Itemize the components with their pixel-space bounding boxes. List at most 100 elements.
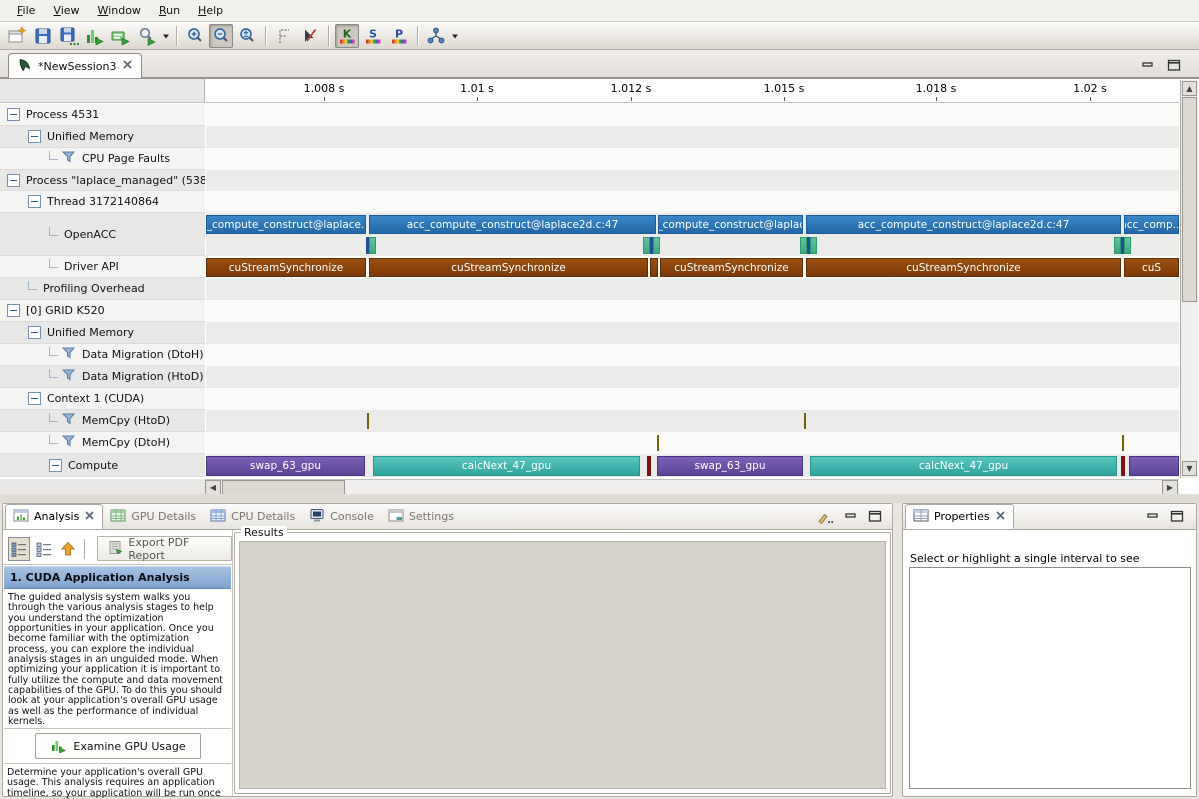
timeline-track-compute[interactable]: swap_63_gpucalcNext_47_gpuswap_63_gpucal…	[206, 454, 1179, 477]
stream-colors-button[interactable]: S	[361, 24, 385, 48]
sidebar-item-data-migration-dtoh[interactable]: Data Migration (DtoH)	[0, 344, 205, 366]
call-tree-button[interactable]	[424, 24, 448, 48]
timeline-track-cpu-page-faults[interactable]	[206, 148, 1179, 170]
sidebar-item-process-laplace-managed-538[interactable]: Process "laplace_managed" (538)	[0, 170, 205, 191]
openacc-wait-marker[interactable]	[643, 237, 660, 254]
timeline-track-unified-memory[interactable]	[206, 322, 1179, 344]
timeline-track-driver-api[interactable]: cuStreamSynchronize cuStreamSynchronize cu…	[206, 256, 1179, 278]
timeline-segment[interactable]	[1129, 456, 1179, 476]
tab-gpu-details[interactable]: GPU Details	[103, 504, 203, 529]
timeline-segment-cus[interactable]: cuS	[1124, 258, 1179, 277]
memcpy-interval[interactable]	[657, 435, 659, 451]
openacc-wait-marker[interactable]	[800, 237, 817, 254]
minimize-icon[interactable]	[842, 509, 860, 528]
timeline-track-openacc[interactable]: c_compute_construct@laplace...acc_comput…	[206, 213, 1179, 256]
timeline-segment[interactable]	[650, 258, 658, 277]
horizontal-scrollbar[interactable]: ◀ ▶	[205, 479, 1179, 495]
timeline-segment-custreamsynchronize[interactable]: cuStreamSynchronize	[206, 258, 366, 277]
save-all-button[interactable]	[57, 24, 81, 48]
tab-properties[interactable]: Properties	[905, 504, 1014, 529]
menu-help[interactable]: Help	[189, 2, 232, 19]
zoom-fit-button[interactable]	[235, 24, 259, 48]
sidebar-item-compute[interactable]: Compute	[0, 454, 205, 477]
scroll-left-icon[interactable]: ◀	[205, 480, 221, 495]
sidebar-item-profiling-overhead[interactable]: Profiling Overhead	[0, 278, 205, 300]
process-colors-button[interactable]: P	[387, 24, 411, 48]
openacc-wait-marker[interactable]	[366, 237, 376, 254]
sidebar-item-openacc[interactable]: OpenACC	[0, 213, 205, 256]
unguided-analysis-icon[interactable]	[32, 537, 54, 561]
sidebar-item-memcpy-dtoh[interactable]: MemCpy (DtoH)	[0, 432, 205, 454]
timeline-ruler[interactable]: 1.008 s1.01 s1.012 s1.015 s1.018 s1.02 s	[206, 79, 1179, 103]
timeline-track-profiling-overhead[interactable]	[206, 278, 1179, 300]
view-menu-icon[interactable]	[814, 509, 836, 528]
timeline-segment-swap-63-gpu[interactable]: swap_63_gpu	[657, 456, 803, 476]
minimize-icon[interactable]	[1144, 509, 1162, 526]
minimize-icon[interactable]	[1138, 57, 1158, 73]
timeline-segment-c-compute-construct-laplace[interactable]: c_compute_construct@laplace...	[206, 215, 366, 234]
maximize-icon[interactable]	[1168, 509, 1186, 526]
timeline-track-unified-memory[interactable]	[206, 126, 1179, 148]
save-button[interactable]	[31, 24, 55, 48]
collapse-expander-icon[interactable]	[28, 195, 41, 208]
timeline-track-memcpy-htod[interactable]	[206, 410, 1179, 432]
run-configuration-button[interactable]	[109, 24, 133, 48]
timeline-track-data-migration-htod[interactable]	[206, 366, 1179, 388]
marker-pointer-button[interactable]	[298, 24, 322, 48]
sidebar-item-data-migration-htod[interactable]: Data Migration (HtoD)	[0, 366, 205, 388]
vertical-scroll-thumb[interactable]	[1182, 97, 1197, 302]
timeline-track-data-migration-dtoh[interactable]	[206, 344, 1179, 366]
sidebar-item-process-4531[interactable]: Process 4531	[0, 104, 205, 126]
menu-run[interactable]: Run	[150, 2, 189, 19]
menu-file[interactable]: File	[8, 2, 44, 19]
tab-session[interactable]: *NewSession3	[8, 53, 142, 78]
collapse-expander-icon[interactable]	[28, 130, 41, 143]
close-icon[interactable]	[995, 510, 1006, 524]
tab-analysis[interactable]: Analysis	[5, 504, 103, 529]
scroll-down-icon[interactable]: ▼	[1182, 461, 1197, 476]
timeline-segment-acc-compute-construct-laplace2d-c-47[interactable]: acc_compute_construct@laplace2d.c:47	[369, 215, 656, 234]
timeline-segment-custreamsynchronize[interactable]: cuStreamSynchronize	[660, 258, 803, 277]
maximize-icon[interactable]	[866, 509, 884, 528]
horizontal-sash[interactable]	[0, 494, 1199, 503]
zoom-in-button[interactable]	[183, 24, 207, 48]
sidebar-item-driver-api[interactable]: Driver API	[0, 256, 205, 278]
close-icon[interactable]	[122, 59, 133, 73]
close-icon[interactable]	[84, 510, 95, 524]
sidebar-item-memcpy-htod[interactable]: MemCpy (HtoD)	[0, 410, 205, 432]
timeline-track-process-laplace-managed-538[interactable]	[206, 170, 1179, 191]
scroll-up-icon[interactable]: ▲	[1182, 81, 1197, 96]
collapse-expander-icon[interactable]	[49, 459, 62, 472]
memcpy-interval[interactable]	[1122, 435, 1124, 451]
timeline-segment-calcnext-47-gpu[interactable]: calcNext_47_gpu	[810, 456, 1117, 476]
timeline-track-thread-3172140864[interactable]	[206, 191, 1179, 213]
up-level-icon[interactable]	[57, 537, 79, 561]
collapse-expander-icon[interactable]	[28, 392, 41, 405]
dropdown-caret-icon[interactable]	[160, 24, 171, 48]
sidebar-item-unified-memory[interactable]: Unified Memory	[0, 322, 205, 344]
collapse-expander-icon[interactable]	[7, 174, 20, 187]
zoom-out-button[interactable]	[209, 24, 233, 48]
timeline-track-context-1-cuda[interactable]	[206, 388, 1179, 410]
collapse-expander-icon[interactable]	[28, 326, 41, 339]
memcpy-interval[interactable]	[367, 413, 369, 429]
guided-analysis-icon[interactable]	[8, 537, 30, 561]
horizontal-scroll-thumb[interactable]	[222, 480, 345, 495]
sidebar-item-thread-3172140864[interactable]: Thread 3172140864	[0, 191, 205, 213]
generate-timeline-button[interactable]	[83, 24, 107, 48]
timeline-track-memcpy-dtoh[interactable]	[206, 432, 1179, 454]
timeline-segment[interactable]	[647, 456, 651, 476]
timeline-segment-acc-comp[interactable]: acc_comp...	[1124, 215, 1179, 234]
scroll-right-icon[interactable]: ▶	[1162, 480, 1178, 495]
marker-ruler-button[interactable]	[272, 24, 296, 48]
menu-view[interactable]: View	[44, 2, 88, 19]
run-analysis-button[interactable]	[135, 24, 159, 48]
memcpy-interval[interactable]	[804, 413, 806, 429]
tab-settings[interactable]: Settings	[381, 504, 461, 529]
new-session-button[interactable]	[5, 24, 29, 48]
sidebar-item-0-grid-k520[interactable]: [0] GRID K520	[0, 300, 205, 322]
collapse-expander-icon[interactable]	[7, 304, 20, 317]
kernel-colors-button[interactable]: K	[335, 24, 359, 48]
timeline-segment-calcnext-47-gpu[interactable]: calcNext_47_gpu	[373, 456, 640, 476]
collapse-expander-icon[interactable]	[7, 108, 20, 121]
